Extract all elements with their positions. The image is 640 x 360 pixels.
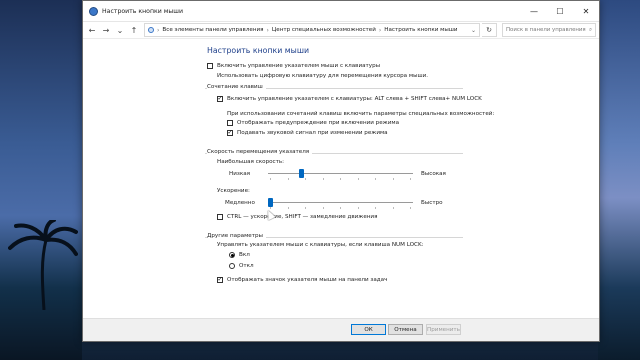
- apply-button[interactable]: Применить: [426, 324, 461, 335]
- checkbox-box[interactable]: [227, 120, 233, 126]
- radio-circle[interactable]: [229, 252, 235, 258]
- top-speed-slider[interactable]: [268, 168, 413, 180]
- minimize-button[interactable]: —: [521, 1, 547, 21]
- radio-circle[interactable]: [229, 263, 235, 269]
- chevron-down-icon[interactable]: ⌄: [471, 27, 476, 34]
- slider-tick: [410, 207, 411, 209]
- slider-track: [268, 202, 413, 203]
- acceleration-label: Ускорение:: [217, 188, 250, 194]
- shortcut-hint: При использовании сочетаний клавиш включ…: [227, 111, 495, 117]
- numlock-on-radio[interactable]: Вкл: [229, 252, 250, 258]
- slider-track: [268, 173, 413, 174]
- enable-mouse-keys-checkbox[interactable]: Включить управление указателем мыши с кл…: [207, 63, 380, 69]
- desktop-wallpaper-right: [598, 0, 640, 360]
- show-warning-checkbox[interactable]: Отображать предупреждение при включении …: [227, 120, 399, 126]
- ok-button[interactable]: ОК: [351, 324, 386, 335]
- checkbox-label: Отображать значок указателя мыши на пане…: [227, 277, 388, 283]
- page-title: Настроить кнопки мыши: [207, 46, 310, 55]
- checkbox-label: Отображать предупреждение при включении …: [237, 120, 399, 126]
- checkbox-box[interactable]: [207, 63, 213, 69]
- numlock-off-radio[interactable]: Откл: [229, 263, 254, 269]
- accel-slow-label: Медленно: [225, 200, 255, 206]
- checkbox-box[interactable]: ✓: [217, 96, 223, 102]
- radio-label: Вкл: [239, 252, 250, 258]
- slider-tick: [410, 178, 411, 180]
- breadcrumb-item[interactable]: Настроить кнопки мыши: [384, 27, 457, 33]
- breadcrumb-separator: ›: [157, 26, 160, 34]
- ctrl-shift-checkbox[interactable]: CTRL — ускорение, SHIFT — замедление дви…: [217, 214, 377, 220]
- up-button[interactable]: ↑: [128, 23, 140, 37]
- radio-label: Откл: [239, 263, 254, 269]
- control-panel-window: Настроить кнопки мыши — ☐ ✕ ← → ⌄ ↑ › Вс…: [82, 0, 600, 342]
- slider-tick: [393, 178, 394, 180]
- radio-selected-dot: [230, 253, 234, 257]
- show-icon-checkbox[interactable]: ✓ Отображать значок указателя мыши на па…: [217, 277, 387, 283]
- slider-thumb[interactable]: [268, 198, 273, 207]
- title-bar: Настроить кнопки мыши — ☐ ✕: [83, 1, 599, 22]
- slider-tick: [288, 178, 289, 180]
- forward-button[interactable]: →: [100, 23, 112, 37]
- address-bar[interactable]: › Все элементы панели управления › Центр…: [144, 23, 480, 37]
- checkbox-box[interactable]: ✓: [217, 277, 223, 283]
- accel-fast-label: Быстро: [421, 200, 443, 206]
- breadcrumb-item[interactable]: Все элементы панели управления: [162, 27, 263, 33]
- slider-tick: [358, 207, 359, 209]
- search-input[interactable]: Поиск в панели управления ⌕: [502, 23, 596, 37]
- slider-tick: [288, 207, 289, 209]
- slider-tick: [305, 207, 306, 209]
- play-sound-checkbox[interactable]: ✓ Подавать звуковой сигнал при изменении…: [227, 130, 388, 136]
- address-bar-row: ← → ⌄ ↑ › Все элементы панели управления…: [83, 22, 599, 39]
- slider-ticks: [268, 207, 413, 209]
- window-title: Настроить кнопки мыши: [102, 7, 183, 15]
- other-group-label: Другие параметры: [207, 233, 266, 239]
- speed-group-label: Скорость перемещения указателя: [207, 149, 313, 155]
- breadcrumb-separator: ›: [266, 26, 269, 34]
- slider-tick: [323, 207, 324, 209]
- checkbox-label: CTRL — ускорение, SHIFT — замедление дви…: [227, 214, 378, 220]
- checkbox-box[interactable]: [217, 214, 223, 220]
- slider-tick: [375, 207, 376, 209]
- speed-low-label: Низкая: [229, 171, 250, 177]
- slider-tick: [305, 178, 306, 180]
- checkbox-label: Подавать звуковой сигнал при изменении р…: [237, 130, 388, 136]
- checkbox-label: Включить управление указателем с клавиат…: [227, 96, 482, 102]
- cancel-button[interactable]: Отмена: [388, 324, 423, 335]
- enable-hint: Использовать цифровую клавиатуру для пер…: [217, 73, 429, 79]
- breadcrumb-separator: ›: [378, 26, 382, 34]
- refresh-button[interactable]: ↻: [482, 23, 497, 37]
- enable-shortcut-checkbox[interactable]: ✓ Включить управление указателем с клави…: [217, 96, 482, 102]
- checkbox-label: Включить управление указателем мыши с кл…: [217, 63, 381, 69]
- slider-tick: [375, 178, 376, 180]
- control-panel-icon: [148, 27, 154, 33]
- close-button[interactable]: ✕: [573, 1, 599, 21]
- slider-ticks: [268, 178, 413, 180]
- control-panel-icon: [89, 6, 98, 16]
- search-placeholder: Поиск в панели управления: [506, 27, 586, 33]
- settings-content: Настроить кнопки мыши Включить управлени…: [83, 38, 599, 318]
- slider-tick: [340, 178, 341, 180]
- top-speed-label: Наибольшая скорость:: [217, 159, 285, 165]
- acceleration-slider[interactable]: [268, 197, 413, 209]
- checkbox-box[interactable]: ✓: [227, 130, 233, 136]
- slider-tick: [340, 207, 341, 209]
- slider-thumb[interactable]: [299, 169, 304, 178]
- search-icon: ⌕: [588, 26, 592, 33]
- slider-tick: [270, 178, 271, 180]
- maximize-button[interactable]: ☐: [547, 1, 573, 21]
- breadcrumb-item[interactable]: Центр специальных возможностей: [272, 27, 376, 33]
- palm-tree-silhouette: [8, 220, 78, 310]
- speed-high-label: Высокая: [421, 171, 446, 177]
- dialog-footer: ОК Отмена Применить: [83, 318, 599, 341]
- back-button[interactable]: ←: [86, 23, 98, 37]
- slider-tick: [323, 178, 324, 180]
- slider-tick: [393, 207, 394, 209]
- numlock-label: Управлять указателем мыши с клавиатуры, …: [217, 242, 424, 248]
- shortcut-group-label: Сочетание клавиш: [207, 84, 266, 90]
- recent-locations-button[interactable]: ⌄: [114, 23, 126, 37]
- slider-tick: [358, 178, 359, 180]
